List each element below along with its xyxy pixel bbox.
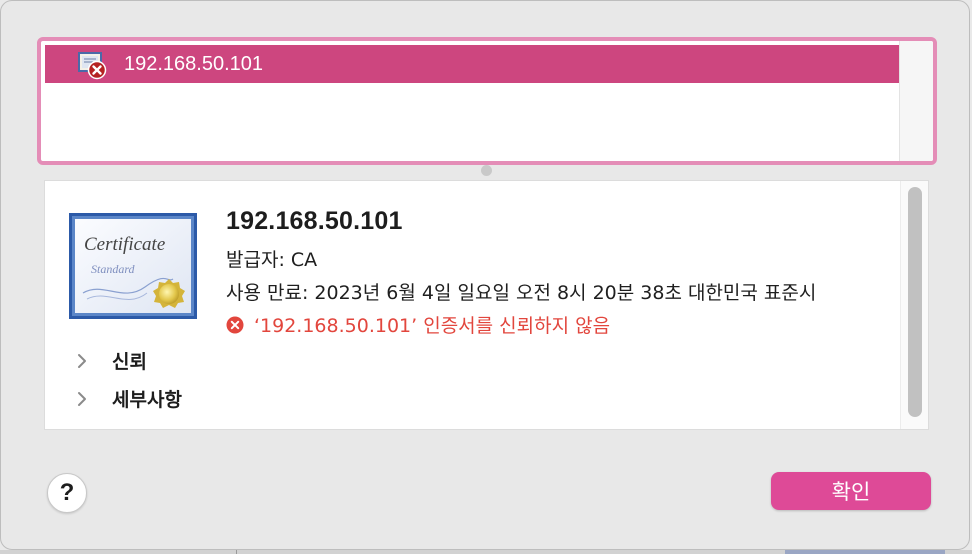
background-selection (785, 550, 945, 554)
trust-error-text: ‘192.168.50.101’ 인증서를 신뢰하지 않음 (254, 315, 611, 337)
certificate-image-subtitle: Standard (91, 262, 136, 276)
certificate-dialog: 192.168.50.101 Certificate Standard 192.… (0, 0, 970, 550)
background-window-edge (0, 550, 972, 554)
split-view-handle[interactable] (481, 165, 492, 176)
trust-disclosure[interactable]: 신뢰 (76, 347, 147, 374)
certificate-image-title: Certificate (84, 234, 165, 255)
certificate-list-item-label: 192.168.50.101 (124, 53, 264, 75)
details-disclosure[interactable]: 세부사항 (76, 385, 182, 412)
certificate-error-icon (78, 52, 107, 80)
trust-disclosure-label: 신뢰 (112, 351, 147, 373)
certificate-expiry: 사용 만료: 2023년 6월 4일 일요일 오전 8시 20분 38초 대한민… (226, 282, 817, 304)
certificate-detail-panel: Certificate Standard 192.168.50.101 발급자:… (44, 180, 929, 430)
certificate-list[interactable]: 192.168.50.101 (37, 37, 937, 165)
certificate-list-item[interactable]: 192.168.50.101 (45, 45, 899, 83)
trust-error-message: ‘192.168.50.101’ 인증서를 신뢰하지 않음 (226, 311, 610, 338)
certificate-icon: Certificate Standard (69, 213, 197, 319)
certificate-title: 192.168.50.101 (226, 207, 403, 235)
detail-scrollbar-thumb[interactable] (908, 187, 922, 417)
list-scrollbar[interactable] (899, 41, 933, 161)
background-divider (236, 550, 237, 554)
error-circle-icon (226, 316, 244, 333)
certificate-issuer: 발급자: CA (226, 249, 318, 271)
detail-scrollbar[interactable] (900, 181, 928, 429)
details-disclosure-label: 세부사항 (112, 389, 182, 411)
ok-button[interactable]: 확인 (771, 472, 931, 510)
chevron-right-icon (78, 353, 86, 368)
chevron-right-icon (78, 391, 86, 406)
help-button[interactable]: ? (47, 473, 87, 513)
